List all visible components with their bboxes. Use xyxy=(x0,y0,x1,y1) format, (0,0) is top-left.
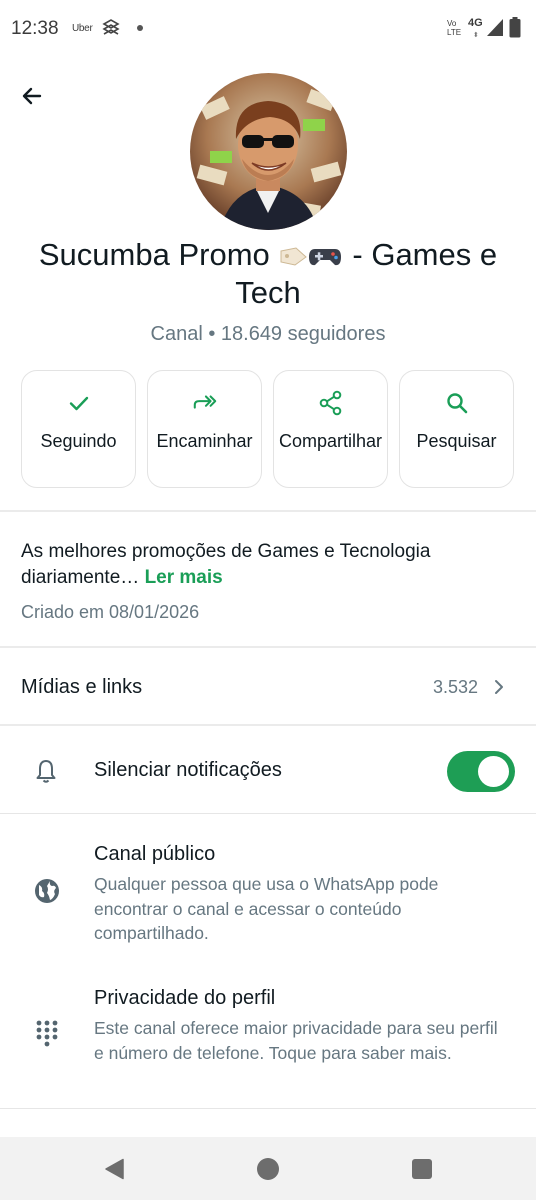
search-icon xyxy=(444,390,470,416)
status-time: 12:38 xyxy=(11,18,59,39)
mute-notifications-label: Silenciar notificações xyxy=(94,759,282,781)
channel-title: Sucumba Promo - Games e Tech xyxy=(20,236,516,312)
profile-privacy-description: Este canal oferece maior privacidade par… xyxy=(94,1018,498,1063)
system-navigation-bar xyxy=(0,1137,536,1200)
channel-subtitle: Canal • 18.649 seguidores xyxy=(150,323,386,345)
dialpad-icon xyxy=(36,1020,58,1047)
media-links-row[interactable]: Mídias e links 3.532 xyxy=(0,648,536,725)
share-label: Compartilhar xyxy=(278,431,383,451)
share-button[interactable]: Compartilhar xyxy=(273,370,388,488)
media-links-label: Mídias e links xyxy=(21,676,143,698)
public-channel-title: Canal público xyxy=(94,843,216,865)
channel-description: As melhores promoções de Games e Tecnolo… xyxy=(21,539,501,591)
action-buttons: Seguindo Encaminhar Compartilhar Pesquis… xyxy=(21,370,515,488)
share-icon xyxy=(318,390,344,416)
description-text: As melhores promoções de Games e Tecnolo… xyxy=(21,541,431,588)
chevron-right-icon xyxy=(495,680,503,694)
bell-icon xyxy=(36,760,56,783)
forward-button[interactable]: Encaminhar xyxy=(147,370,262,488)
mute-notifications-row[interactable]: Silenciar notificações xyxy=(0,726,536,814)
created-date: Criado em 08/01/2026 xyxy=(21,602,200,622)
forward-icon xyxy=(192,390,218,416)
channel-avatar[interactable] xyxy=(190,73,347,230)
section-divider xyxy=(0,813,536,814)
uber-icon: Uber xyxy=(72,23,93,34)
battery-icon xyxy=(509,17,521,38)
notification-dot xyxy=(137,25,143,31)
status-bar: 12:38 Uber Vo LTE 4G ⬍ xyxy=(0,0,536,58)
channel-name: Sucumba Promo xyxy=(38,237,270,272)
globe-icon xyxy=(35,879,59,903)
nav-home-icon[interactable] xyxy=(257,1158,279,1180)
back-button[interactable] xyxy=(14,78,50,114)
channel-name-suffix: - Games e Tech xyxy=(235,237,498,310)
forward-label: Encaminhar xyxy=(156,431,253,451)
section-divider xyxy=(0,510,536,512)
volte-indicator: Vo LTE xyxy=(447,19,462,37)
following-label: Seguindo xyxy=(40,431,117,451)
public-channel-description: Qualquer pessoa que usa o WhatsApp pode … xyxy=(94,874,439,943)
profile-privacy-title: Privacidade do perfil xyxy=(94,987,276,1009)
bank-icon xyxy=(102,19,120,35)
read-more-link[interactable]: Ler mais xyxy=(145,567,223,588)
mute-toggle[interactable] xyxy=(447,751,515,792)
public-channel-row[interactable]: Canal público Qualquer pessoa que usa o … xyxy=(0,832,536,952)
nav-back-icon[interactable] xyxy=(103,1158,125,1180)
avatar-image xyxy=(190,73,347,230)
search-label: Pesquisar xyxy=(416,431,497,451)
section-divider xyxy=(0,1108,536,1109)
nav-recents-icon[interactable] xyxy=(412,1159,432,1179)
profile-privacy-row[interactable]: Privacidade do perfil Este canal oferece… xyxy=(0,978,536,1098)
search-button[interactable]: Pesquisar xyxy=(399,370,514,488)
check-icon xyxy=(66,390,92,416)
toggle-knob xyxy=(478,756,509,787)
label-tag-emoji-icon xyxy=(280,247,308,266)
gamepad-emoji-icon xyxy=(309,249,342,266)
following-button[interactable]: Seguindo xyxy=(21,370,136,488)
data-activity-icon: ⬍ xyxy=(473,32,479,39)
media-links-count: 3.532 xyxy=(432,677,478,697)
signal-icon xyxy=(487,19,503,36)
network-type: 4G xyxy=(468,17,483,29)
arrow-left-icon xyxy=(22,87,42,105)
